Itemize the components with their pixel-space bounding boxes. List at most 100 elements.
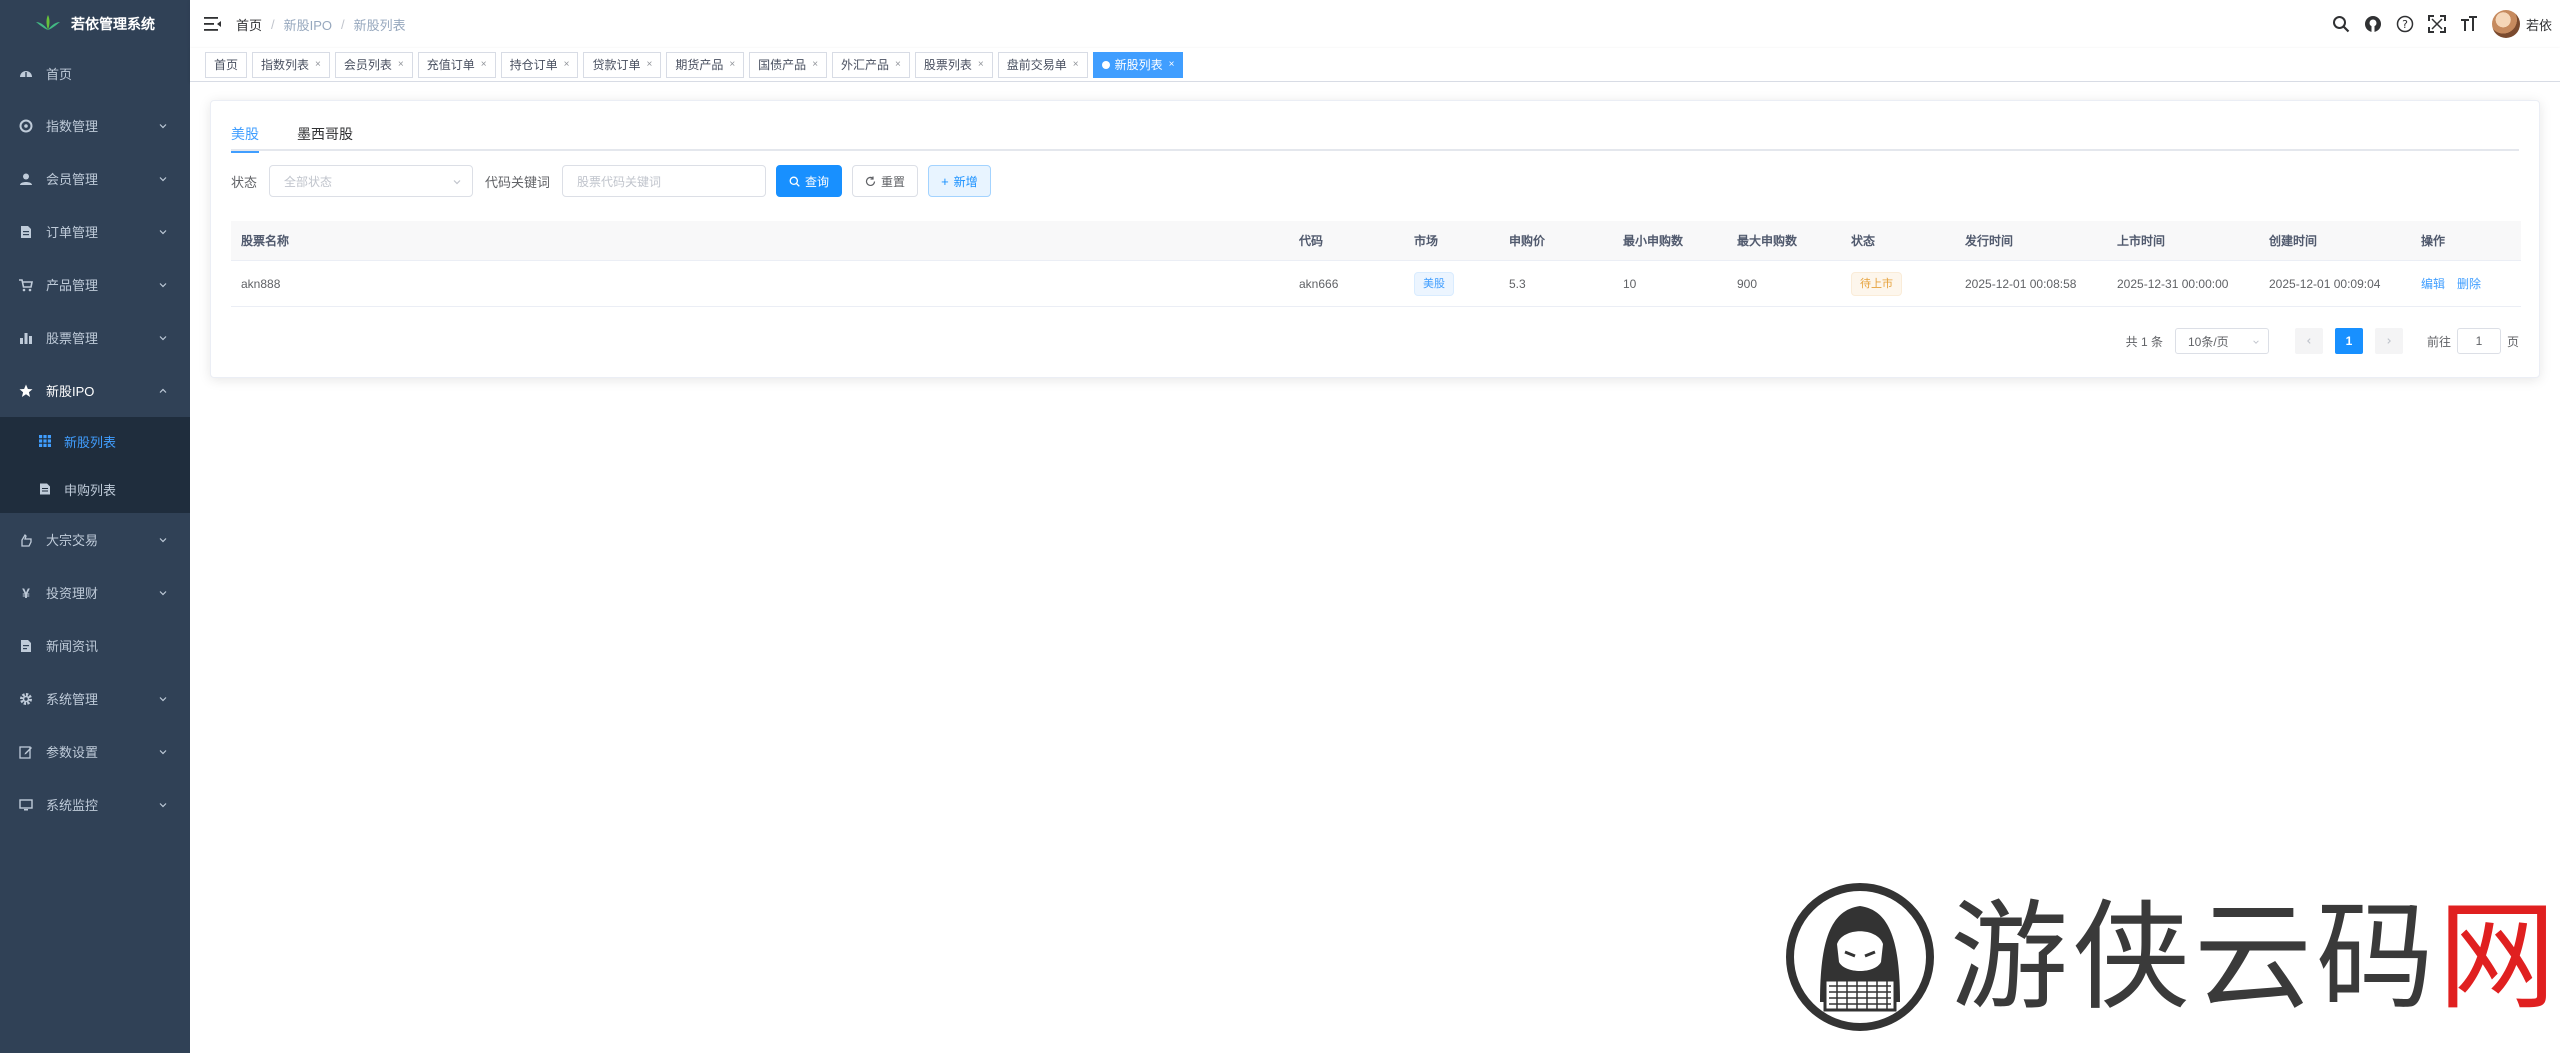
sidebar-item-home[interactable]: 首页 [0,48,190,99]
close-icon[interactable]: × [1073,59,1079,70]
page-goto: 前往 1 页 [2427,328,2519,354]
page-size-select[interactable]: 10条/页 [2174,328,2269,354]
close-icon[interactable]: × [1169,59,1175,70]
tag-bonds[interactable]: 国债产品 × [749,51,828,78]
menu-fold-icon [204,17,221,31]
search-button[interactable]: 查询 [776,165,843,197]
pagination: 共 1 条 10条/页 1 前往 1 页 [2126,327,2519,355]
close-icon[interactable]: × [398,59,404,70]
watermark-text-red: 网 [2438,888,2560,1026]
tab-mexico-stocks[interactable]: 墨西哥股 [297,117,353,151]
help-icon[interactable]: ? [2396,15,2414,33]
cart-icon [18,277,34,293]
tag-forex[interactable]: 外汇产品 × [832,51,910,78]
tag-label: 外汇产品 [841,58,890,72]
tab-us-stocks[interactable]: 美股 [231,117,259,153]
sidebar-item-label: 系统管理 [46,692,99,707]
close-icon[interactable]: × [729,59,735,70]
status-label: 状态 [231,174,258,190]
tag-label: 新股列表 [1114,58,1163,72]
sidebar-subitem-ipo-list[interactable]: 新股列表 [0,417,190,465]
tag-label: 持仓订单 [509,58,558,72]
sidebar: 若依管理系统 首页 指数管理 会员管理 订单管理 产品管理 股票管理 新股IPO [0,0,190,1053]
edit-link[interactable]: 编辑 [2421,275,2445,292]
sidebar-item-news[interactable]: 新闻资讯 [0,619,190,672]
cell-create-time: 2025-12-01 00:09:04 [2269,276,2381,291]
next-page-button[interactable] [2374,328,2403,354]
fullscreen-icon[interactable] [2427,15,2446,33]
close-icon[interactable]: × [978,59,984,70]
sidebar-item-ipo[interactable]: 新股IPO [0,364,190,417]
tags-view: 首页 指数列表 × 会员列表 × 充值订单 × 持仓订单 × 贷款订单 × 期货产品 × 国… [190,48,2560,82]
tag-loan-orders[interactable]: 贷款订单 × [583,51,662,78]
sidebar-item-monitor[interactable]: 系统监控 [0,778,190,831]
keyword-input[interactable]: 股票代码关键词 [562,165,767,197]
document-icon [18,224,34,240]
tag-label: 贷款订单 [592,58,641,72]
content-card: 美股 墨西哥股 状态 全部状态 代码关键词 股票代码关键词 查询 重置 + 新增… [210,100,2540,378]
cell-code: akn666 [1299,276,1339,291]
tag-home[interactable]: 首页 [205,51,248,78]
sidebar-item-investment[interactable]: ¥ 投资理财 [0,566,190,619]
hamburger-button[interactable] [190,0,236,48]
tag-label: 国债产品 [758,58,807,72]
cell-actions: 编辑 删除 [2421,261,2493,306]
sidebar-item-system[interactable]: 系统管理 [0,672,190,725]
tag-stock-list[interactable]: 股票列表 × [914,51,993,78]
add-button-label: 新增 [953,174,978,189]
sidebar-item-index[interactable]: 指数管理 [0,99,190,152]
tag-member-list[interactable]: 会员列表 × [334,51,413,78]
tag-position-orders[interactable]: 持仓订单 × [500,51,579,78]
chevron-down-icon [159,123,167,128]
status-select[interactable]: 全部状态 [269,165,474,197]
header-issue-time: 发行时间 [1965,234,2014,248]
news-icon [18,638,34,654]
sidebar-item-members[interactable]: 会员管理 [0,152,190,205]
close-icon[interactable]: × [895,59,901,70]
reset-button-label: 重置 [881,174,906,189]
search-icon[interactable] [2332,15,2350,33]
sidebar-item-products[interactable]: 产品管理 [0,258,190,311]
close-icon[interactable]: × [481,59,487,70]
sidebar-logo[interactable]: 若依管理系统 [0,0,190,48]
font-size-icon[interactable] [2460,15,2478,33]
add-button[interactable]: + 新增 [928,165,991,197]
avatar[interactable] [2491,10,2520,38]
watermark: 游侠云码网 [1785,882,2560,1032]
sidebar-item-stocks[interactable]: 股票管理 [0,311,190,364]
goto-page-input[interactable]: 1 [2456,328,2501,354]
user-icon [18,171,34,187]
tag-ipo-list[interactable]: 新股列表 × [1092,51,1184,78]
sidebar-item-params[interactable]: 参数设置 [0,725,190,778]
gear-icon [18,691,34,707]
delete-link[interactable]: 删除 [2457,275,2481,292]
cell-status: 待上市 [1851,261,1902,306]
reset-button[interactable]: 重置 [852,165,919,197]
sidebar-item-orders[interactable]: 订单管理 [0,205,190,258]
close-icon[interactable]: × [564,59,570,70]
close-icon[interactable]: × [646,59,652,70]
chevron-down-icon [159,282,167,287]
sidebar-subitem-subscription-list[interactable]: 申购列表 [0,465,190,513]
close-icon[interactable]: × [315,59,321,70]
chevron-down-icon [2253,340,2259,344]
breadcrumb-home[interactable]: 首页 [236,15,262,34]
cell-market: 美股 [1414,261,1454,306]
sidebar-item-label: 首页 [46,67,73,82]
tag-recharge-orders[interactable]: 充值订单 × [417,51,496,78]
chevron-down-icon [159,176,167,181]
tag-index-list[interactable]: 指数列表 × [252,51,330,78]
page-number-current[interactable]: 1 [2334,328,2363,354]
chevron-down-icon [159,802,167,807]
tag-premarket[interactable]: 盘前交易单 × [997,51,1088,78]
github-icon[interactable] [2364,15,2382,33]
close-icon[interactable]: × [812,59,818,70]
user-name[interactable]: 若依 [2526,15,2552,34]
breadcrumb-separator: / [271,16,275,32]
tag-futures[interactable]: 期货产品 × [666,51,745,78]
sidebar-item-block-trade[interactable]: 大宗交易 [0,513,190,566]
table-row: akn888 akn666 美股 5.3 10 900 待上市 2025-12-… [231,261,2521,307]
search-button-label: 查询 [805,174,830,189]
tag-label: 股票列表 [923,58,972,72]
prev-page-button[interactable] [2294,328,2323,354]
